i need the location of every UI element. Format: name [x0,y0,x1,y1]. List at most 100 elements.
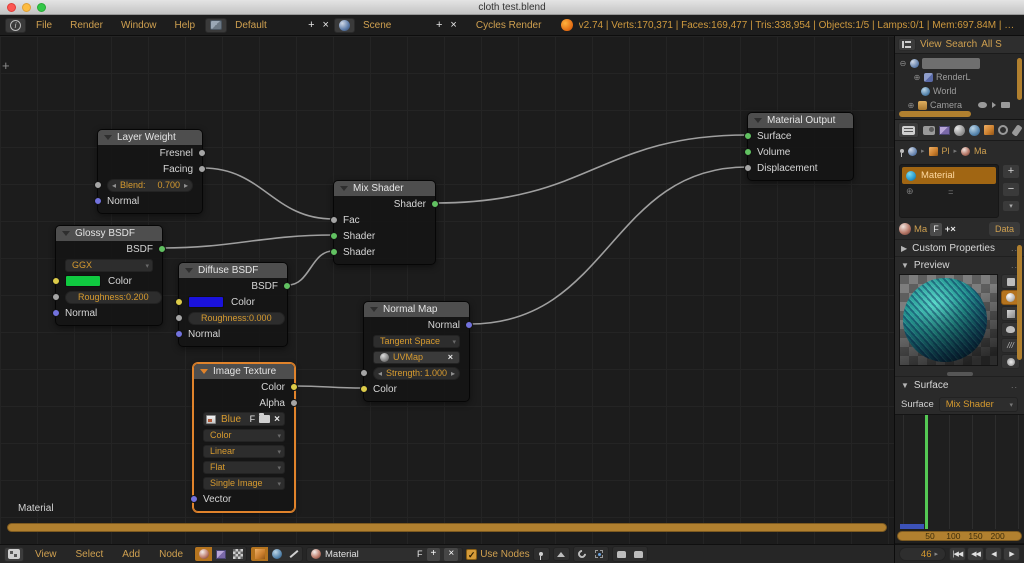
unlink-image-button[interactable]: × [272,414,282,425]
remove-slot-button[interactable]: − [1002,182,1020,197]
region-expand-icon[interactable]: + [2,58,10,73]
scene-name[interactable]: Scene [357,20,431,31]
node-output-header[interactable]: Material Output [748,113,853,128]
socket-volume-input[interactable] [744,148,752,156]
copy-nodes-button[interactable] [613,547,630,561]
node-normalmap-header[interactable]: Normal Map [364,302,469,317]
socket-shader-output[interactable] [431,200,439,208]
socket-bsdf-output[interactable] [158,245,166,253]
slider-right-arrow[interactable]: ▸ [184,181,188,190]
socket-color-input[interactable] [52,277,60,285]
node-editor-canvas[interactable]: + Layer Weight Fresnel Facing [0,36,894,544]
slider-left-arrow[interactable]: ◂ [112,181,116,190]
node-imagetexture-header[interactable]: Image Texture [194,364,294,379]
fake-user-button[interactable]: F [417,549,423,559]
use-nodes-checkbox[interactable]: ✓ [466,549,477,560]
scene-browse-button[interactable] [334,18,355,33]
outliner-row-world[interactable]: World [899,84,1024,98]
outliner-type-button[interactable] [898,38,916,51]
surface-panel-header[interactable]: ▼ Surface .. [895,376,1024,393]
expand-icon[interactable]: ⊕ [907,101,915,110]
material-name[interactable]: Material [325,549,413,560]
menu-add[interactable]: Add [114,549,148,560]
add-layout-button[interactable]: + [305,19,317,31]
menu-help[interactable]: Help [167,20,204,31]
socket-normal-output[interactable] [465,321,473,329]
breadcrumb-material[interactable]: Ma [974,146,987,156]
socket-fresnel-output[interactable] [198,149,206,157]
object-shader-button[interactable] [251,547,268,561]
tab-render-layers[interactable] [939,123,950,137]
menu-select[interactable]: Select [68,549,112,560]
world-shader-button[interactable] [268,547,285,561]
uvmap-clear-button[interactable]: × [448,352,453,362]
node-diffuse-bsdf[interactable]: Diffuse BSDF BSDF Color Roughness: 0.000 [178,262,288,347]
menu-node[interactable]: Node [151,549,191,560]
projection-dropdown[interactable]: Flat▾ [203,461,285,474]
info-editor-button[interactable]: i [5,18,26,33]
material-datablock-name[interactable]: Ma [914,224,927,235]
node-mix-header[interactable]: Mix Shader [334,181,435,196]
delete-layout-button[interactable]: × [320,19,332,31]
socket-bsdf-output[interactable] [283,282,291,290]
node-glossy-bsdf[interactable]: Glossy BSDF BSDF GGX▾ Color Roughness: 0… [55,225,163,326]
add-scene-button[interactable]: + [433,19,445,31]
breadcrumb-object[interactable]: Pl [942,146,950,156]
socket-shader1-input[interactable] [330,232,338,240]
delete-scene-button[interactable]: × [447,19,459,31]
material-slot-active[interactable]: Material [902,167,996,184]
color-swatch[interactable] [188,296,224,308]
socket-normal-input[interactable] [52,309,60,317]
color-space-dropdown[interactable]: Color▾ [203,429,285,442]
blend-slider[interactable]: ◂ Blend: 0.700 ▸ [107,179,193,192]
image-name[interactable]: Blue [218,414,246,425]
socket-shader2-input[interactable] [330,248,338,256]
outliner-row-renderlayers[interactable]: ⊕ RenderL [899,70,1024,84]
socket-color-input[interactable] [175,298,183,306]
socket-color-input[interactable] [360,385,368,393]
new-material-button[interactable]: + [427,548,441,561]
properties-type-button[interactable] [898,122,919,138]
jump-to-start-button[interactable]: |◀◀ [949,547,966,561]
tab-scene[interactable] [954,123,965,137]
item-label[interactable]: RenderL [936,72,971,82]
render-engine-select[interactable]: Cycles Render [462,20,550,31]
node-glossy-header[interactable]: Glossy BSDF [56,226,162,241]
screen-layout-name[interactable]: Default [229,20,303,31]
menu-window[interactable]: Window [113,20,165,31]
node-normal-map[interactable]: Normal Map Normal Tangent Space▾ UVMap × [363,301,470,402]
timeline[interactable]: 50 100 150 200 [895,415,1024,544]
add-slot-button[interactable]: + [1002,164,1020,179]
expand-icon[interactable]: ⊕ [913,73,921,82]
socket-surface-input[interactable] [744,132,752,140]
visibility-eye-icon[interactable] [978,102,987,108]
tab-modifiers[interactable] [1012,123,1021,137]
outliner-filter-dropdown[interactable]: All S [981,39,1002,50]
item-label[interactable]: World [933,86,956,96]
new-unlink-buttons[interactable]: +× [945,224,956,235]
collapse-icon[interactable] [370,307,378,312]
slot-specials-dropdown[interactable]: ▾ [1002,200,1020,212]
linestyle-shader-button[interactable] [285,547,302,561]
socket-roughness-input[interactable] [52,293,60,301]
node-mix-shader[interactable]: Mix Shader Shader Fac Shader Shader [333,180,436,265]
outliner-vertical-scrollbar[interactable] [1017,58,1022,100]
socket-vector-input[interactable] [190,495,198,503]
pin-icon[interactable] [900,149,904,153]
socket-strength-input[interactable] [360,369,368,377]
properties-vertical-scrollbar[interactable] [1017,245,1022,360]
paste-nodes-button[interactable] [630,547,647,561]
tab-render[interactable] [923,123,935,137]
space-dropdown[interactable]: Tangent Space▾ [373,335,460,348]
menu-file[interactable]: File [28,20,60,31]
image-datablock-field[interactable]: Blue F × [203,412,285,426]
tab-world[interactable] [969,123,980,137]
roughness-slider[interactable]: Roughness: 0.000 [188,312,285,325]
socket-normal-input[interactable] [94,197,102,205]
color-swatch[interactable] [65,275,101,287]
node-layer-weight-header[interactable]: Layer Weight [98,130,202,145]
outliner-row-camera[interactable]: ⊕ Camera [899,98,1024,112]
node-material-output[interactable]: Material Output Surface Volume Displacem… [747,112,854,181]
snap-mode-dropdown[interactable] [591,547,608,561]
collapse-icon[interactable] [104,135,112,140]
